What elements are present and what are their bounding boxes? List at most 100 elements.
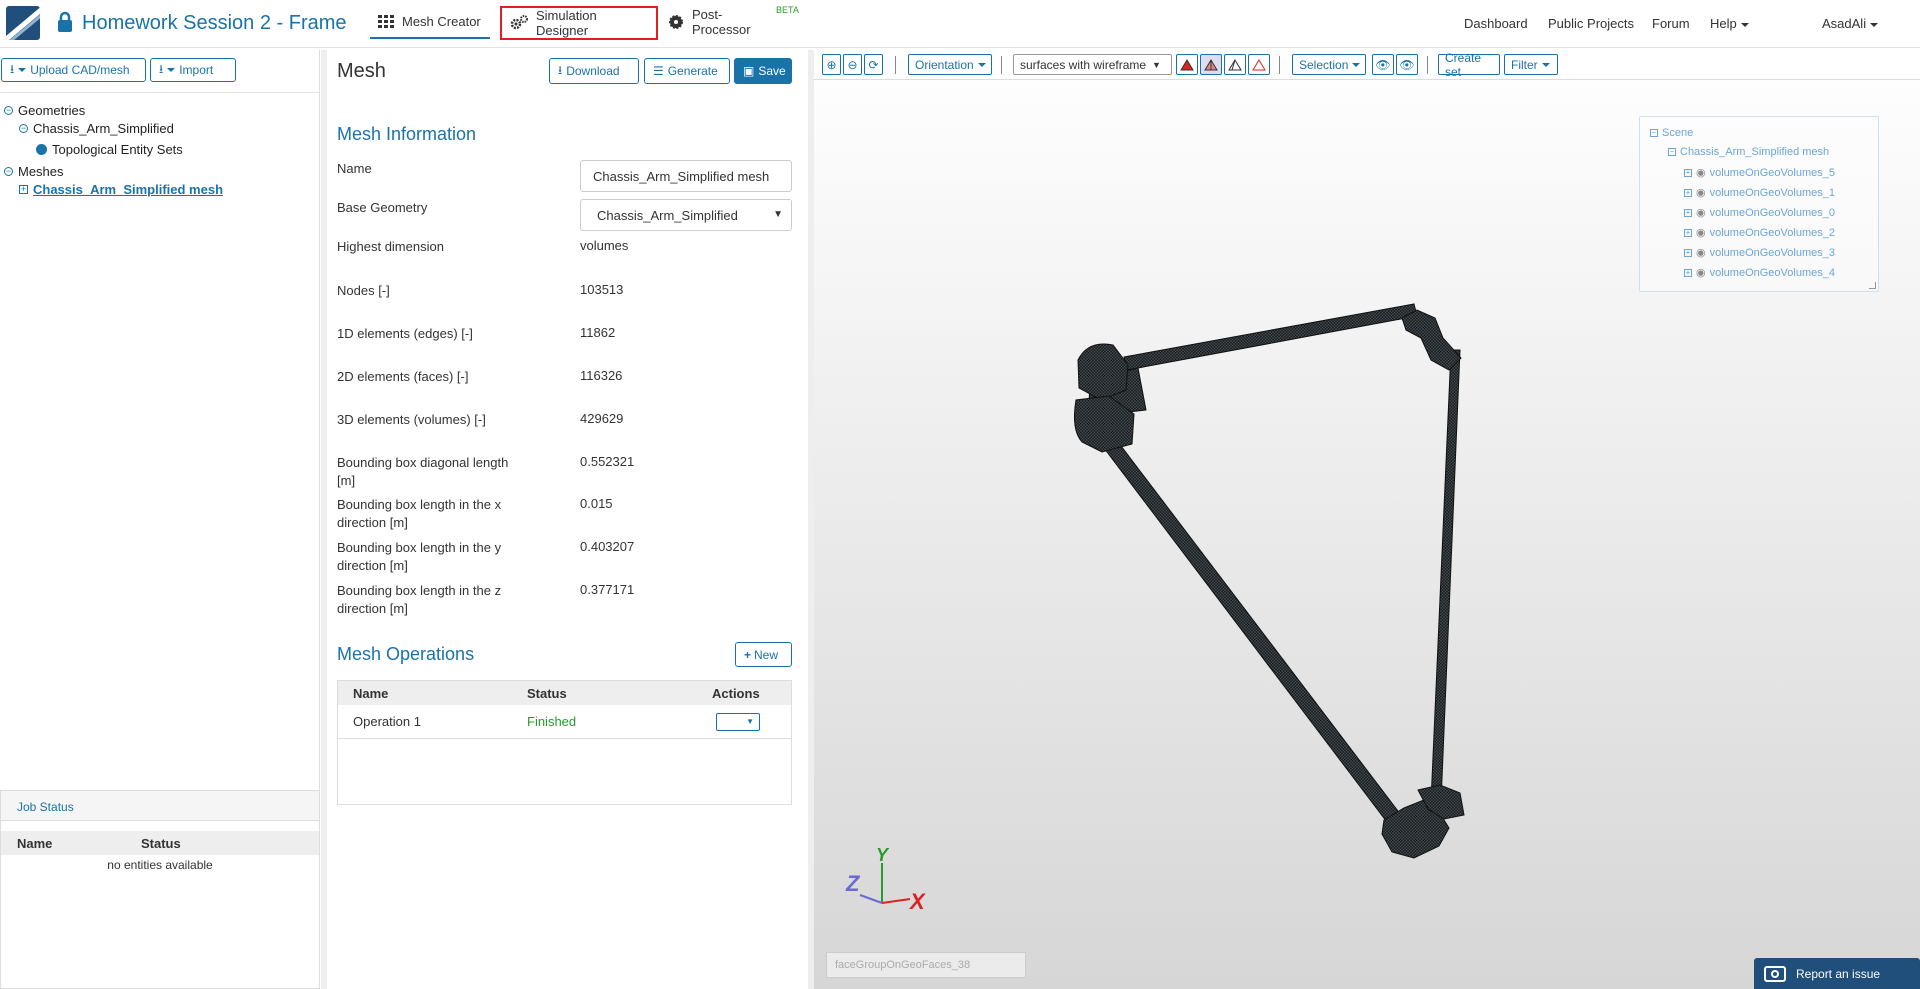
tree-node-geometries[interactable]: − Geometries: [4, 103, 85, 118]
expand-icon[interactable]: +: [1684, 228, 1692, 237]
collapse-icon[interactable]: −: [4, 167, 13, 176]
chevron-down-icon: [977, 62, 986, 67]
tree-node-geometry[interactable]: − Chassis_Arm_Simplified: [19, 121, 174, 136]
bbox-y-value: 0.403207: [580, 539, 635, 554]
upload-cad-mesh-button[interactable]: ⭳ Upload CAD/mesh: [1, 58, 146, 82]
create-set-label: Create set: [1445, 50, 1482, 79]
save-button[interactable]: ▣ Save: [734, 58, 792, 84]
tab-label: Mesh Creator: [402, 14, 481, 29]
volumes-value: 429629: [580, 411, 624, 426]
scene-volume[interactable]: + ◉ volumeOnGeoVolumes_5: [1684, 166, 1835, 179]
divider: [1427, 56, 1428, 74]
bbox-diagonal-value: 0.552321: [580, 454, 635, 469]
report-issue-button[interactable]: Report an issue: [1754, 958, 1920, 989]
grid-icon: [378, 14, 394, 29]
name-label: Name: [337, 161, 372, 176]
bbox-z-value: 0.377171: [580, 582, 635, 597]
plus-icon: +: [744, 647, 752, 662]
wireframe-icon[interactable]: [1224, 54, 1246, 75]
mesh-name-field[interactable]: Chassis_Arm_Simplified mesh: [580, 160, 792, 192]
edges-value: 11862: [580, 325, 616, 340]
eye-icon[interactable]: ◉: [1696, 206, 1706, 219]
zoom-out-icon[interactable]: ⊖: [843, 54, 862, 75]
filter-label: Filter: [1511, 57, 1538, 72]
tree-node-mesh[interactable]: + Chassis_Arm_Simplified mesh: [19, 182, 223, 197]
collapse-icon[interactable]: −: [4, 106, 13, 115]
hover-entity-readout: faceGroupOnGeoFaces_38: [826, 952, 1026, 978]
user-menu[interactable]: AsadAli: [1822, 16, 1879, 31]
expand-icon[interactable]: +: [1684, 168, 1692, 177]
3d-viewer[interactable]: ⊕ ⊖ ⟳ Orientation surfaces with wirefram…: [814, 50, 1920, 989]
show-icon[interactable]: 👁: [1396, 54, 1418, 75]
collapse-icon[interactable]: −: [19, 124, 28, 133]
hide-icon[interactable]: 👁: [1372, 54, 1394, 75]
resize-handle-icon[interactable]: [1869, 282, 1876, 289]
nav-forum[interactable]: Forum: [1652, 16, 1690, 31]
new-operation-button[interactable]: + New: [735, 642, 792, 667]
collapse-icon[interactable]: −: [1650, 129, 1658, 137]
scene-label: Chassis_Arm_Simplified mesh: [1680, 146, 1830, 158]
volumes-label: 3D elements (volumes) [-]: [337, 412, 486, 427]
scene-volume[interactable]: + ◉ volumeOnGeoVolumes_0: [1684, 206, 1835, 219]
simscale-logo[interactable]: [6, 6, 40, 40]
create-set-button[interactable]: Create set: [1438, 51, 1500, 79]
import-button[interactable]: ⭳ Import: [150, 58, 236, 82]
tab-post-processor[interactable]: Post-Processor: [660, 6, 780, 38]
scene-volume[interactable]: + ◉ volumeOnGeoVolumes_3: [1684, 246, 1835, 259]
expand-icon[interactable]: +: [19, 185, 28, 194]
nav-dashboard[interactable]: Dashboard: [1464, 16, 1528, 31]
collapse-icon[interactable]: −: [1668, 148, 1676, 156]
eye-icon[interactable]: ◉: [1696, 226, 1706, 239]
scene-tree[interactable]: − Scene − Chassis_Arm_Simplified mesh + ◉ vo…: [1639, 116, 1879, 292]
tab-mesh-creator[interactable]: Mesh Creator: [370, 6, 490, 39]
orientation-dropdown[interactable]: Orientation: [908, 54, 992, 75]
highest-dimension-value: volumes: [580, 238, 629, 253]
tab-simulation-designer[interactable]: Simulation Designer: [500, 6, 658, 40]
eye-icon[interactable]: ◉: [1696, 166, 1706, 179]
table-row[interactable]: Operation 1 Finished ▼: [338, 705, 791, 739]
base-geometry-select[interactable]: Chassis_Arm_Simplified ▼: [580, 199, 792, 231]
expand-icon[interactable]: +: [1684, 188, 1692, 197]
y-axis-label: Y: [876, 845, 890, 865]
expand-icon[interactable]: +: [1684, 268, 1692, 277]
bbox-y-label: Bounding box length in the y direction […: [337, 540, 502, 573]
scene-mesh[interactable]: − Chassis_Arm_Simplified mesh: [1668, 146, 1829, 158]
filter-dropdown[interactable]: Filter: [1504, 54, 1558, 75]
refresh-icon[interactable]: ⟳: [864, 54, 883, 75]
expand-icon[interactable]: +: [1684, 248, 1692, 257]
generate-button[interactable]: ☰ Generate: [644, 58, 730, 84]
download-button[interactable]: ⭳ Download: [549, 58, 639, 84]
nav-public-projects[interactable]: Public Projects: [1548, 16, 1634, 31]
render-mode-select[interactable]: surfaces with wireframe ▼: [1013, 54, 1172, 75]
col-status: Status: [141, 835, 181, 851]
col-name: Name: [17, 835, 53, 851]
mesh-operations-title: Mesh Operations: [337, 644, 475, 664]
download-icon: ⭳: [159, 61, 164, 76]
scene-root[interactable]: − Scene: [1650, 127, 1693, 139]
tree-label[interactable]: Chassis_Arm_Simplified mesh: [33, 182, 223, 197]
eye-icon[interactable]: ◉: [1696, 266, 1706, 279]
selection-label: Selection: [1299, 57, 1349, 72]
actions-dropdown[interactable]: ▼: [716, 712, 760, 731]
chevron-down-icon: [18, 68, 27, 72]
divider: [1279, 56, 1280, 74]
scene-volume[interactable]: + ◉ volumeOnGeoVolumes_2: [1684, 226, 1835, 239]
col-status: Status: [527, 685, 567, 701]
expand-icon[interactable]: +: [1684, 208, 1692, 217]
solid-render-icon[interactable]: [1176, 54, 1198, 75]
selection-dropdown[interactable]: Selection: [1292, 54, 1366, 75]
x-axis-label: X: [908, 889, 926, 914]
scene-volume[interactable]: + ◉ volumeOnGeoVolumes_1: [1684, 186, 1835, 199]
tree-node-meshes[interactable]: − Meshes: [4, 164, 64, 179]
eye-icon[interactable]: ◉: [1696, 186, 1706, 199]
tree-node-entity-sets[interactable]: Topological Entity Sets: [36, 142, 183, 157]
outline-icon[interactable]: [1248, 54, 1270, 75]
eye-icon[interactable]: ◉: [1696, 246, 1706, 259]
scene-volume[interactable]: + ◉ volumeOnGeoVolumes_4: [1684, 266, 1835, 279]
wireframe-solid-icon[interactable]: [1200, 54, 1222, 75]
job-status-title: Job Status: [1, 791, 319, 821]
volume-label: volumeOnGeoVolumes_5: [1709, 166, 1835, 179]
import-label: Import: [179, 63, 214, 77]
nav-help[interactable]: Help: [1710, 16, 1749, 31]
zoom-in-icon[interactable]: ⊕: [822, 54, 841, 75]
